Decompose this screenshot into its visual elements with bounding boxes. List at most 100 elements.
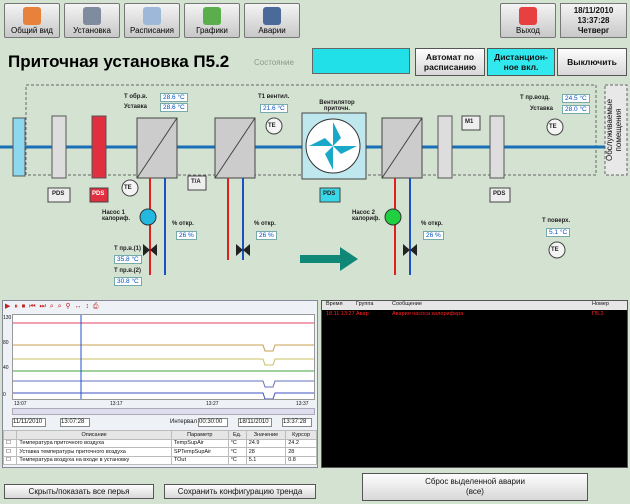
cell: °C [227,438,247,448]
pds-label-1: PDS [52,191,65,197]
cell: 0.8 [285,455,317,465]
time-tick: 13:27 [206,401,219,407]
cell: П5.2 [592,311,604,317]
setpoint1-value: 28.6 °C [160,103,188,112]
t-supply-air-value: 24.5 °C [562,94,590,103]
col-header: Сообщение [392,301,422,307]
nav-label: Общий вид [11,26,53,35]
t-before-vent-label: Т1 вентил. [258,94,290,100]
col-header: Группа [356,301,374,307]
exit-button[interactable]: Выход [500,3,556,38]
cell: Авар [356,311,369,317]
t2-ret-value: 30.8 °C [114,277,142,286]
cell: SPTempSupAir [170,447,229,457]
trend-toolbar[interactable]: ▶ ⏸ ⏹ ⏮ ⏭ ⌕ ⌕ ⚲ ↔ ↕ ⎙ [5,302,100,311]
cell: 28 [245,447,287,457]
pen-checkbox[interactable]: ☐ [2,447,18,457]
col-header [2,430,18,440]
setpoint2-value: 28.0 °C [562,105,590,114]
nav-general[interactable]: Общий вид [4,3,60,38]
t-before-vent-value: 21.6 °C [260,104,288,113]
table-row[interactable]: ☐ Температура воздуха на входе в установ… [2,455,317,465]
reset-alarm-button[interactable]: Сброс выделенной аварии (все) [362,473,588,501]
te-label-1: ТЕ [124,185,132,191]
t-supply-label: Т обр.в. [124,94,148,100]
power-icon [519,7,537,25]
unit-icon [83,7,101,25]
cell: 5.1 [245,455,287,465]
col-header: Номер [592,301,609,307]
chart-icon [203,7,221,25]
col-header: Значение [245,430,287,440]
reset-line2: (все) [466,487,484,496]
cell: TempSupAir [170,438,229,448]
cell: 28 [285,447,317,457]
pds-label-3: PDS [323,191,336,197]
cell: Температура воздуха на входе в установку [16,455,172,465]
y-tick: 130 [3,315,12,321]
time-end-input[interactable]: 13:37:28 [282,418,312,427]
nav-alarms[interactable]: Аварии [244,3,300,38]
interval-input[interactable]: 00:30:00 [198,418,228,427]
col-header: Время [326,301,343,307]
open1-value: 26 % [176,231,197,240]
remote-on-button[interactable]: Дистанцион-ное вкл. [487,48,555,76]
toggle-pens-button[interactable]: Скрыть/показать все перья [4,484,154,499]
nav-schedules[interactable]: Расписания [124,3,180,38]
pump1-label: Насос 1 калориф. [102,210,131,222]
nav-charts[interactable]: Графики [184,3,240,38]
datetime-panel: 18/11/2010 13:37:28 Четверг [560,3,627,38]
col-header: Курсор [285,430,317,440]
open2-value: 26 % [423,231,444,240]
cell: 24.9 [245,438,287,448]
nav-label: Аварии [258,26,286,35]
nav-label: Расписания [130,26,174,35]
filter-1 [12,117,26,177]
auto-schedule-button[interactable]: Автомат по расписанию [415,48,485,76]
save-trend-button[interactable]: Сохранить конфигурацию тренда [164,484,316,499]
alarm-row[interactable]: 18.11 13:27 Авар Авария насоса калорифер… [322,311,627,320]
home-icon [23,7,41,25]
interval-label: Интервал [170,419,197,425]
day-text: Четверг [577,26,610,35]
trend-scrollbar[interactable] [12,408,315,415]
nav-unit[interactable]: Установка [64,3,120,38]
t-supply-air-label: Т пр.возд. [520,95,550,101]
fan-label: Вентилятор приточн. [319,100,355,112]
te-label-4: ТЕ [551,247,559,253]
te-label-3: ТЕ [549,124,557,130]
date-end-input[interactable]: 18/11/2010 [238,418,272,427]
filter-3 [437,115,453,179]
ta-label: Т/А [191,179,201,185]
time-start-input[interactable]: 13:07:28 [60,418,90,427]
nav-label: Установка [73,26,111,35]
filter-4 [489,115,505,179]
t-room-label: Т поверх. [542,218,571,224]
table-row[interactable]: ☐ Уставка температуры приточного воздуха… [2,447,317,457]
open-mid-label: % откр. [254,221,276,227]
time-tick: 13:07 [14,401,27,407]
schematic [0,84,628,275]
reset-line1: Сброс выделенной аварии [425,477,525,486]
y-tick: 40 [3,365,9,371]
table-row[interactable]: ☐ Температура приточного воздуха TempSup… [2,438,317,448]
open-mid-value: 26 % [256,231,277,240]
t2-ret-label: Т пр.в.(2) [114,268,141,274]
cell: Авария насоса калорифера [392,311,464,317]
date-start-input[interactable]: 11/11/2010 [12,418,46,427]
col-header: Параметр [170,430,229,440]
alarm-header: Время Группа Сообщение Номер [322,301,627,310]
calendar-icon [143,7,161,25]
turn-off-button[interactable]: Выключить [557,48,627,76]
pen-checkbox[interactable]: ☐ [2,438,18,448]
pens-table: Описание Параметр Ед. Значение Курсор ☐ … [2,430,317,465]
pds-label-4: PDS [493,191,506,197]
trend-chart[interactable] [12,314,315,400]
pump-1-icon [139,208,157,226]
pen-checkbox[interactable]: ☐ [2,455,18,465]
cell: TOut [170,455,229,465]
cell: 18.11 13:27 [326,311,355,317]
t-supply-value: 28.6 °C [160,93,188,102]
pds-label-2: PDS [92,191,105,197]
t1-ret-value: 35.8 °C [114,255,142,264]
